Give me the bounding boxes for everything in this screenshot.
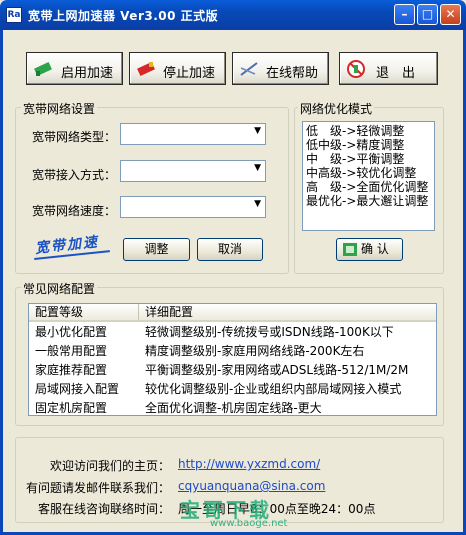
- config-table[interactable]: 配置等级 详细配置 最小优化配置 轻微调整级别-传统拨号或ISDN线路-100K…: [28, 303, 437, 416]
- title-bar[interactable]: Ra 宽带上网加速器 Ver3.00 正式版 – □ ✕: [0, 0, 466, 30]
- start-accelerate-label: 启用加速: [61, 66, 114, 81]
- watermark-logo: 宝哥下载 www.baoge.net: [180, 494, 300, 532]
- mode-item[interactable]: 低中级->精度调整: [306, 138, 434, 152]
- network-speed-label: 宽带网络速度：: [32, 204, 117, 218]
- column-header-level[interactable]: 配置等级: [29, 304, 139, 322]
- table-row[interactable]: 一般常用配置 精度调整级别-家庭用网络线路-200K左右: [29, 342, 436, 361]
- confirm-button[interactable]: 确 认: [336, 238, 403, 261]
- cancel-button[interactable]: 取消: [197, 238, 263, 261]
- broadband-settings-legend: 宽带网络设置: [21, 100, 98, 117]
- chevron-down-icon: ▼: [254, 199, 261, 209]
- row-level: 一般常用配置: [35, 344, 108, 358]
- hours-label: 客服在线咨询联络时间：: [37, 502, 170, 516]
- app-icon: Ra: [6, 7, 22, 23]
- confirm-label: 确 认: [361, 242, 389, 256]
- homepage-label: 欢迎访问我们的主页：: [49, 459, 170, 473]
- row-detail: 精度调整级别-家庭用网络线路-200K左右: [145, 344, 365, 358]
- exit-button[interactable]: 退 出: [339, 52, 438, 85]
- optimize-mode-legend: 网络优化模式: [298, 100, 375, 117]
- access-mode-label: 宽带接入方式：: [32, 168, 117, 182]
- row-level: 家庭推荐配置: [35, 363, 108, 377]
- optimize-mode-list[interactable]: 低 级->轻微调整 低中级->精度调整 中 级->平衡调整 中高级->较优化调整…: [302, 121, 435, 231]
- network-type-label: 宽带网络类型：: [32, 130, 117, 144]
- start-accelerate-button[interactable]: 启用加速: [26, 52, 123, 85]
- column-header-detail[interactable]: 详细配置: [139, 304, 436, 322]
- mode-item[interactable]: 高 级->全面优化调整: [306, 180, 434, 194]
- row-detail: 较优化调整级别-企业或组织内部局域网接入模式: [145, 382, 402, 396]
- chevron-down-icon: ▼: [254, 163, 261, 173]
- online-help-label: 在线帮助: [266, 66, 319, 81]
- row-level: 局域网接入配置: [35, 382, 120, 396]
- homepage-link[interactable]: http://www.yxzmd.com/: [178, 457, 320, 471]
- network-speed-select[interactable]: ▼: [120, 196, 266, 218]
- stop-accelerate-icon: [137, 61, 155, 77]
- email-link[interactable]: cqyuanquana@sina.com: [178, 479, 325, 493]
- check-icon: [343, 243, 357, 256]
- maximize-button[interactable]: □: [417, 4, 438, 25]
- table-row[interactable]: 局域网接入配置 较优化调整级别-企业或组织内部局域网接入模式: [29, 380, 436, 399]
- table-row[interactable]: 最小优化配置 轻微调整级别-传统拨号或ISDN线路-100K以下: [29, 323, 436, 342]
- row-level: 固定机房配置: [35, 401, 108, 415]
- row-detail: 全面优化调整-机房固定线路-更大: [145, 401, 322, 415]
- watermark-url: www.baoge.net: [210, 518, 288, 529]
- help-pen-icon: [240, 62, 258, 76]
- adjust-button[interactable]: 调整: [123, 238, 190, 261]
- exit-label: 退 出: [376, 66, 416, 81]
- table-header: 配置等级 详细配置: [29, 304, 436, 322]
- email-label: 有问题请发邮件联系我们：: [25, 481, 170, 495]
- mode-item[interactable]: 低 级->轻微调整: [306, 124, 434, 138]
- common-config-legend: 常见网络配置: [21, 280, 98, 297]
- mode-item[interactable]: 最优化->最大邂让调整: [306, 194, 434, 208]
- minimize-button[interactable]: –: [394, 4, 415, 25]
- window-title: 宽带上网加速器 Ver3.00 正式版: [28, 9, 219, 23]
- network-type-select[interactable]: ▼: [120, 123, 266, 145]
- exit-icon: [347, 60, 365, 78]
- row-detail: 平衡调整级别-家用网络或ADSL线路-512/1M/2M: [145, 363, 409, 377]
- start-accelerate-icon: [34, 61, 52, 77]
- close-button[interactable]: ✕: [440, 4, 461, 25]
- table-row[interactable]: 固定机房配置 全面优化调整-机房固定线路-更大: [29, 399, 436, 418]
- stop-accelerate-button[interactable]: 停止加速: [129, 52, 226, 85]
- row-level: 最小优化配置: [35, 325, 108, 339]
- stop-accelerate-label: 停止加速: [163, 66, 216, 81]
- mode-item[interactable]: 中高级->较优化调整: [306, 166, 434, 180]
- access-mode-select[interactable]: ▼: [120, 160, 266, 182]
- online-help-button[interactable]: 在线帮助: [232, 52, 329, 85]
- table-row[interactable]: 家庭推荐配置 平衡调整级别-家用网络或ADSL线路-512/1M/2M: [29, 361, 436, 380]
- chevron-down-icon: ▼: [254, 126, 261, 136]
- row-detail: 轻微调整级别-传统拨号或ISDN线路-100K以下: [145, 325, 394, 339]
- mode-item[interactable]: 中 级->平衡调整: [306, 152, 434, 166]
